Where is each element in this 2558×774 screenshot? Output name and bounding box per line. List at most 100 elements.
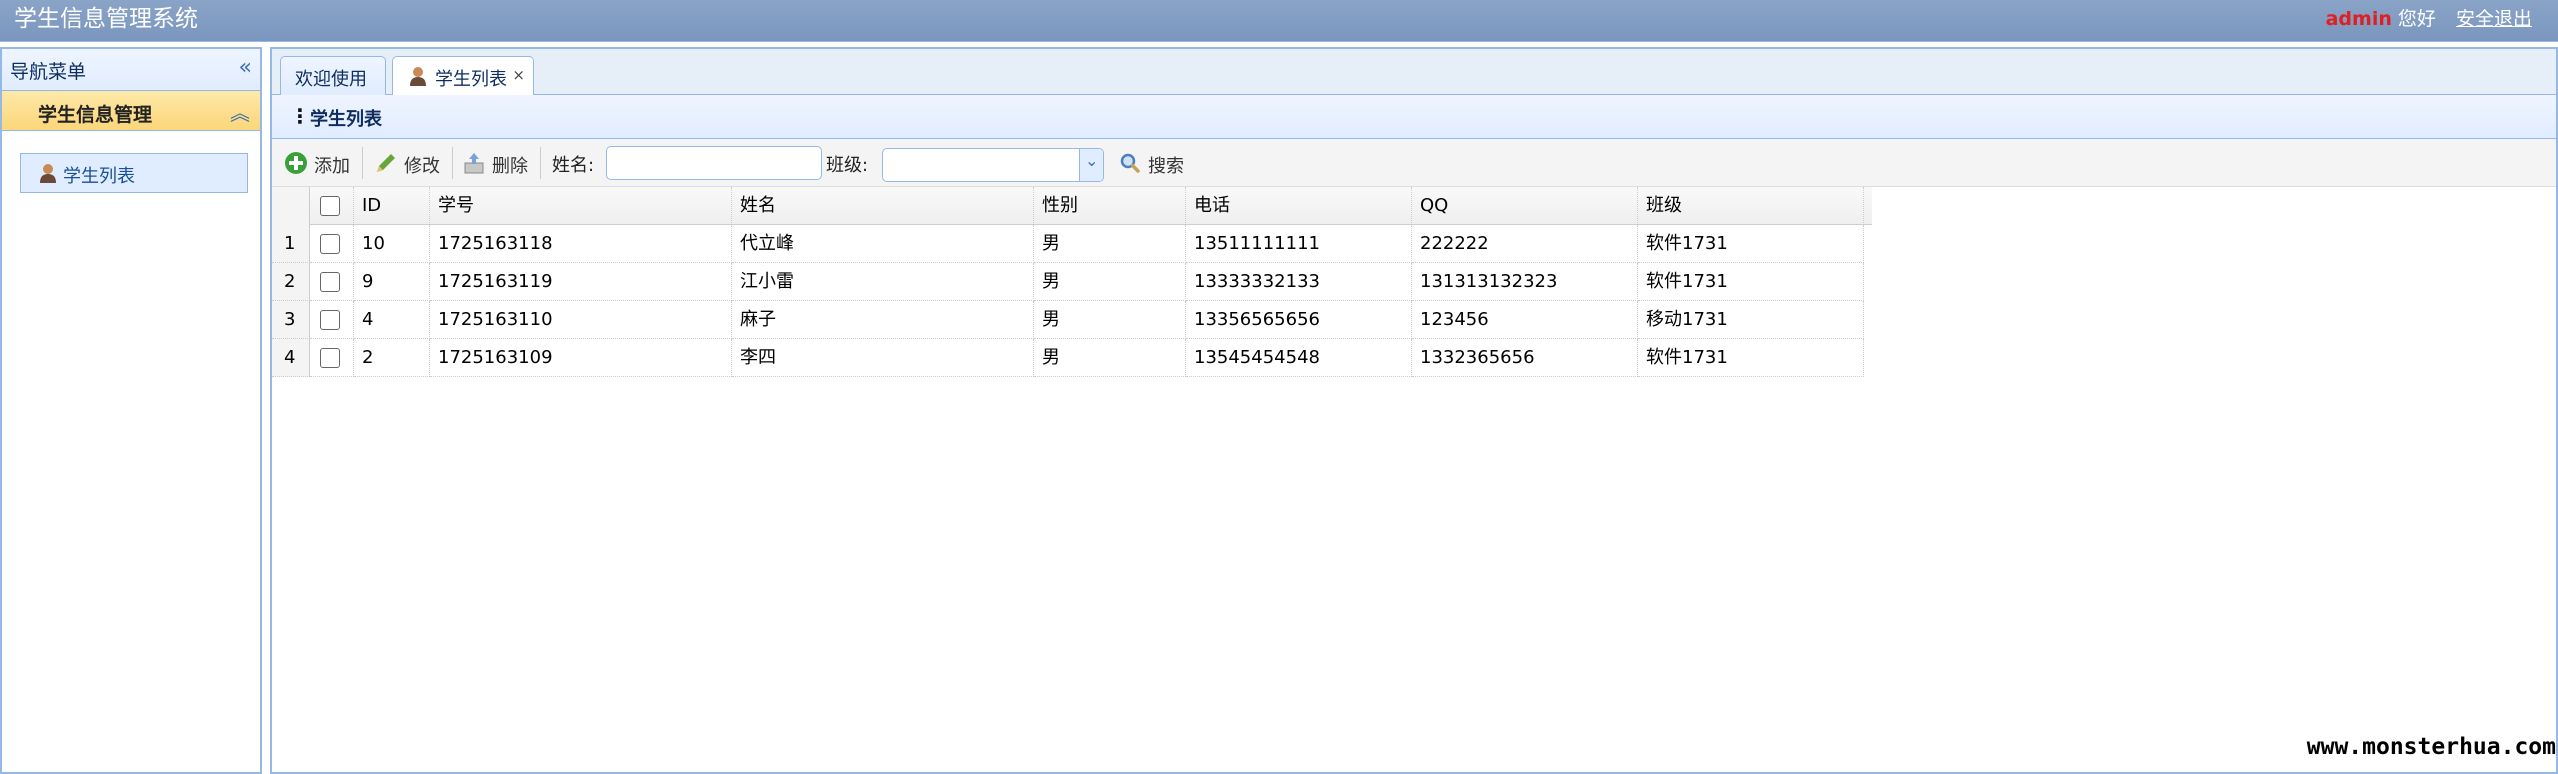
column-header-name[interactable]: 姓名 — [732, 187, 1034, 225]
name-filter-label: 姓名: — [552, 155, 595, 176]
tab-welcome[interactable]: 欢迎使用 — [280, 56, 386, 95]
cell-sex: 男 — [1034, 339, 1186, 377]
search-button[interactable]: 搜索 — [1118, 149, 1202, 177]
tab-label: 学生列表 — [435, 69, 507, 90]
table-row[interactable]: 2 9 1725163119 江小雷 男 13333332133 1313131… — [272, 263, 1872, 301]
row-number: 2 — [272, 263, 310, 301]
cell-sno: 1725163119 — [430, 263, 732, 301]
more-icon: ⋮ — [290, 104, 310, 128]
add-label: 添加 — [314, 156, 350, 177]
watermark: www.monsterhua.com — [2306, 734, 2556, 760]
cell-phone: 13356565656 — [1186, 301, 1412, 339]
cell-sno: 1725163110 — [430, 301, 732, 339]
toolbar-divider — [362, 147, 363, 179]
table-row[interactable]: 1 10 1725163118 代立峰 男 13511111111 222222… — [272, 225, 1872, 263]
class-filter-select[interactable]: ⌄ — [882, 148, 1104, 182]
cell-phone: 13545454548 — [1186, 339, 1412, 377]
row-checkbox[interactable] — [320, 234, 340, 254]
edit-button[interactable]: 修改 — [374, 149, 446, 177]
user-icon — [40, 164, 56, 183]
sidebar-item-student-list[interactable]: 学生列表 — [20, 153, 248, 193]
edit-label: 修改 — [404, 156, 440, 177]
tab-label: 欢迎使用 — [295, 69, 367, 90]
cell-name: 江小雷 — [732, 263, 1034, 301]
column-header-phone[interactable]: 电话 — [1186, 187, 1412, 225]
pencil-icon — [377, 154, 395, 172]
logout-link[interactable]: 安全退出 — [2456, 8, 2532, 30]
nav-panel-title: 导航菜单 — [10, 61, 87, 83]
user-area: admin 您好 安全退出 — [2326, 6, 2532, 32]
chevron-down-icon: ⌄ — [1085, 151, 1099, 170]
column-header-id[interactable]: ID — [354, 187, 430, 225]
table-row[interactable]: 3 4 1725163110 麻子 男 13356565656 123456 移… — [272, 301, 1872, 339]
grid-header-row: ID 学号 姓名 性别 电话 QQ 班级 — [272, 187, 1872, 225]
app-title: 学生信息管理系统 — [14, 6, 198, 32]
cell-class: 移动1731 — [1638, 301, 1864, 339]
toolbar: 添加 修改 删除 姓名: 班级: ⌄ 搜索 — [272, 139, 2556, 187]
row-number: 1 — [272, 225, 310, 263]
nav-panel: 导航菜单 « 学生信息管理 ︽ 学生列表 — [0, 47, 262, 774]
cell-qq: 222222 — [1412, 225, 1638, 263]
name-filter-input[interactable] — [606, 146, 822, 180]
row-number: 3 — [272, 301, 310, 339]
delete-button[interactable]: 删除 — [462, 149, 534, 177]
add-icon — [285, 152, 307, 174]
tab-bar: 欢迎使用 学生列表 × — [272, 49, 2556, 96]
select-all-checkbox[interactable] — [320, 196, 340, 216]
double-chevron-up-icon[interactable]: ︽ — [230, 97, 250, 126]
column-header-sex[interactable]: 性别 — [1034, 187, 1186, 225]
row-checkbox[interactable] — [320, 272, 340, 292]
cell-sno: 1725163109 — [430, 339, 732, 377]
class-filter-label: 班级: — [826, 155, 869, 176]
toolbar-divider — [452, 147, 453, 179]
nav-group-student-management[interactable]: 学生信息管理 ︽ — [2, 91, 260, 131]
double-chevron-left-icon[interactable]: « — [239, 55, 252, 80]
cell-class: 软件1731 — [1638, 225, 1864, 263]
cell-qq: 1332365656 — [1412, 339, 1638, 377]
row-select-cell — [310, 225, 354, 263]
search-label: 搜索 — [1148, 156, 1184, 177]
cell-id: 2 — [354, 339, 430, 377]
cell-class: 软件1731 — [1638, 339, 1864, 377]
row-checkbox[interactable] — [320, 310, 340, 330]
row-number: 4 — [272, 339, 310, 377]
delete-icon — [464, 153, 484, 174]
subpanel-title: 学生列表 — [310, 109, 382, 130]
cell-id: 10 — [354, 225, 430, 263]
app-header: 学生信息管理系统 admin 您好 安全退出 — [0, 0, 2558, 42]
select-arrow[interactable]: ⌄ — [1079, 149, 1103, 181]
cell-name: 麻子 — [732, 301, 1034, 339]
sidebar-item-label: 学生列表 — [63, 166, 135, 187]
cell-id: 4 — [354, 301, 430, 339]
delete-label: 删除 — [492, 156, 528, 177]
header-rownum-cell — [272, 187, 310, 225]
cell-phone: 13333332133 — [1186, 263, 1412, 301]
row-select-cell — [310, 301, 354, 339]
table-row[interactable]: 4 2 1725163109 李四 男 13545454548 13323656… — [272, 339, 1872, 377]
column-header-class[interactable]: 班级 — [1638, 187, 1864, 225]
close-icon[interactable]: × — [512, 66, 525, 84]
cell-class: 软件1731 — [1638, 263, 1864, 301]
cell-name: 李四 — [732, 339, 1034, 377]
row-select-cell — [310, 339, 354, 377]
subpanel-header: ⋮ 学生列表 — [272, 95, 2556, 139]
cell-name: 代立峰 — [732, 225, 1034, 263]
cell-sex: 男 — [1034, 225, 1186, 263]
cell-sno: 1725163118 — [430, 225, 732, 263]
header-select-cell — [310, 187, 354, 225]
column-header-qq[interactable]: QQ — [1412, 187, 1638, 225]
admin-name: admin — [2325, 8, 2392, 30]
toolbar-divider — [540, 147, 541, 179]
row-select-cell — [310, 263, 354, 301]
search-icon — [1120, 153, 1140, 173]
cell-qq: 131313132323 — [1412, 263, 1638, 301]
cell-sex: 男 — [1034, 301, 1186, 339]
main-panel: 欢迎使用 学生列表 × ⋮ 学生列表 添加 修改 删除 姓名: 班级: ⌄ 搜索… — [270, 47, 2558, 774]
add-button[interactable]: 添加 — [284, 149, 356, 177]
row-checkbox[interactable] — [320, 348, 340, 368]
tab-student-list[interactable]: 学生列表 × — [392, 56, 534, 96]
nav-panel-header: 导航菜单 « — [2, 49, 260, 91]
column-header-sno[interactable]: 学号 — [430, 187, 732, 225]
greeting-text: 您好 — [2397, 8, 2436, 30]
cell-qq: 123456 — [1412, 301, 1638, 339]
